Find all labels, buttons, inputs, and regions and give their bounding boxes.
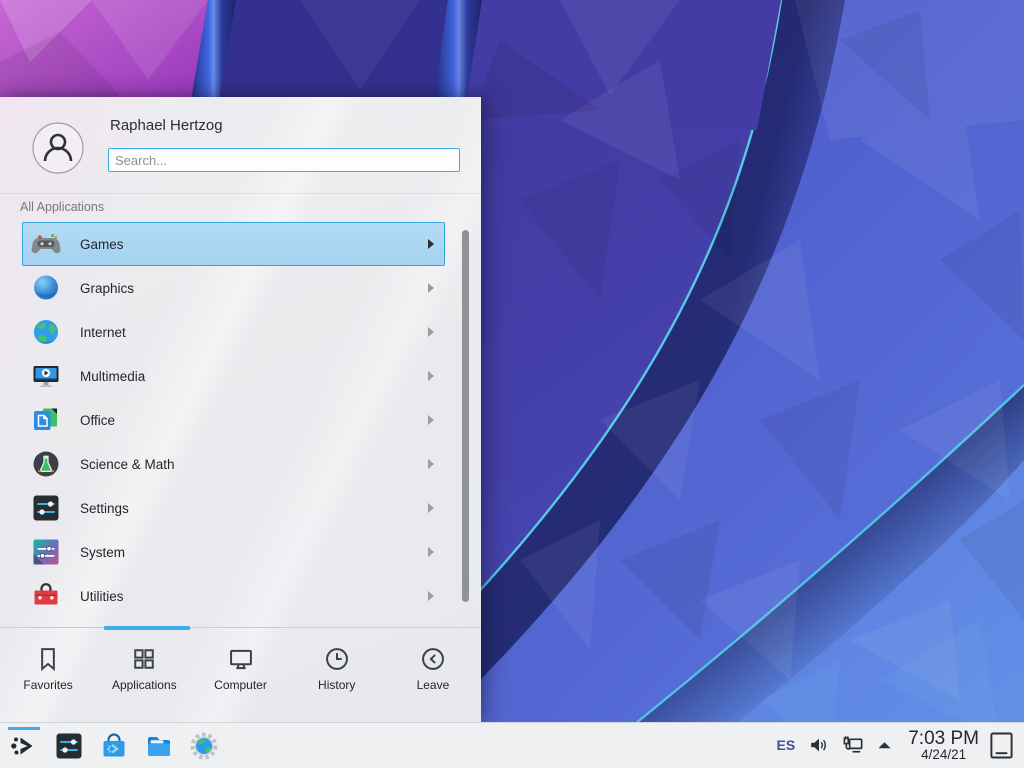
active-tab-indicator [104, 626, 190, 630]
desktop: Raphael Hertzog All Applications [0, 0, 1024, 768]
user-avatar-icon [32, 122, 84, 174]
category-label: Internet [80, 325, 428, 340]
category-row-multimedia[interactable]: Multimedia [22, 354, 445, 398]
submenu-arrow-icon [428, 415, 434, 425]
category-row-internet[interactable]: Internet [22, 310, 445, 354]
system-sliders-icon [30, 536, 62, 568]
active-task-indicator [8, 727, 40, 730]
software-bag-icon [98, 730, 130, 762]
web-browser-button[interactable] [188, 723, 220, 768]
tab-leave[interactable]: Leave [385, 628, 481, 723]
search-input[interactable] [108, 148, 460, 172]
utilities-toolbox-icon [30, 580, 62, 612]
show-desktop-button[interactable] [989, 731, 1014, 760]
user-avatar[interactable] [32, 122, 84, 174]
application-category-list: Games Graphics [0, 222, 481, 627]
office-documents-icon [30, 404, 62, 436]
tab-favorites[interactable]: Favorites [0, 628, 96, 723]
section-label: All Applications [20, 200, 104, 214]
tray-expand-button[interactable] [877, 740, 892, 750]
multimedia-monitor-icon [30, 360, 62, 392]
taskbar: ES [0, 722, 1024, 768]
caret-up-icon [877, 740, 892, 750]
application-launcher-menu: Raphael Hertzog All Applications [0, 97, 481, 722]
file-manager-button[interactable] [143, 723, 175, 768]
category-row-utilities[interactable]: Utilities [22, 574, 445, 618]
category-row-system[interactable]: System [22, 530, 445, 574]
submenu-arrow-icon [428, 591, 434, 601]
category-label: Games [80, 237, 428, 252]
tab-label: Leave [417, 678, 450, 692]
system-settings-button[interactable] [53, 723, 85, 768]
category-row-graphics[interactable]: Graphics [22, 266, 445, 310]
kde-kickoff-icon [8, 730, 40, 762]
category-label: Science & Math [80, 457, 428, 472]
folder-icon [143, 730, 175, 762]
digital-clock[interactable]: 7:03 PM 4/24/21 [908, 729, 979, 762]
leave-icon [419, 645, 447, 673]
clock-time: 7:03 PM [908, 729, 979, 748]
system-tray: ES [777, 729, 1024, 762]
submenu-arrow-icon [428, 327, 434, 337]
category-label: Multimedia [80, 369, 428, 384]
category-row-help[interactable]: Help [22, 618, 445, 627]
bookmark-icon [34, 645, 62, 673]
tab-label: Computer [214, 678, 267, 692]
discover-software-button[interactable] [98, 723, 130, 768]
category-row-science-math[interactable]: Science & Math [22, 442, 445, 486]
submenu-arrow-icon [428, 503, 434, 513]
category-row-settings[interactable]: Settings [22, 486, 445, 530]
list-scrollbar[interactable] [462, 230, 469, 602]
globe-icon [30, 316, 62, 348]
settings-sliders-icon [30, 492, 62, 524]
graphics-ball-icon [30, 272, 62, 304]
clock-date: 4/24/21 [921, 748, 966, 762]
tab-computer[interactable]: Computer [192, 628, 288, 723]
user-name: Raphael Hertzog [110, 117, 223, 134]
menu-tab-bar: Favorites Applications [0, 627, 481, 723]
submenu-arrow-icon [428, 239, 434, 249]
tab-history[interactable]: History [289, 628, 385, 723]
app-grid-icon [130, 645, 158, 673]
show-desktop-icon [989, 731, 1014, 760]
submenu-arrow-icon [428, 371, 434, 381]
keyboard-layout-indicator[interactable]: ES [777, 737, 796, 753]
sliders-icon [53, 730, 85, 762]
category-label: Graphics [80, 281, 428, 296]
category-label: System [80, 545, 428, 560]
science-flask-icon [30, 448, 62, 480]
category-label: Office [80, 413, 428, 428]
tab-applications[interactable]: Applications [96, 628, 192, 723]
tab-label: Applications [112, 678, 177, 692]
globe-gear-icon [188, 730, 220, 762]
tab-label: History [318, 678, 355, 692]
gamepad-icon [30, 228, 62, 260]
submenu-arrow-icon [428, 283, 434, 293]
submenu-arrow-icon [428, 459, 434, 469]
category-label: Utilities [80, 589, 428, 604]
submenu-arrow-icon [428, 547, 434, 557]
tab-label: Favorites [23, 678, 72, 692]
computer-icon [227, 645, 255, 673]
category-label: Settings [80, 501, 428, 516]
volume-icon[interactable] [808, 734, 830, 756]
history-clock-icon [323, 645, 351, 673]
wired-network-icon[interactable] [842, 734, 865, 757]
category-row-office[interactable]: Office [22, 398, 445, 442]
menu-header: Raphael Hertzog [0, 97, 481, 194]
category-row-games[interactable]: Games [22, 222, 445, 266]
application-launcher-button[interactable] [8, 723, 40, 768]
